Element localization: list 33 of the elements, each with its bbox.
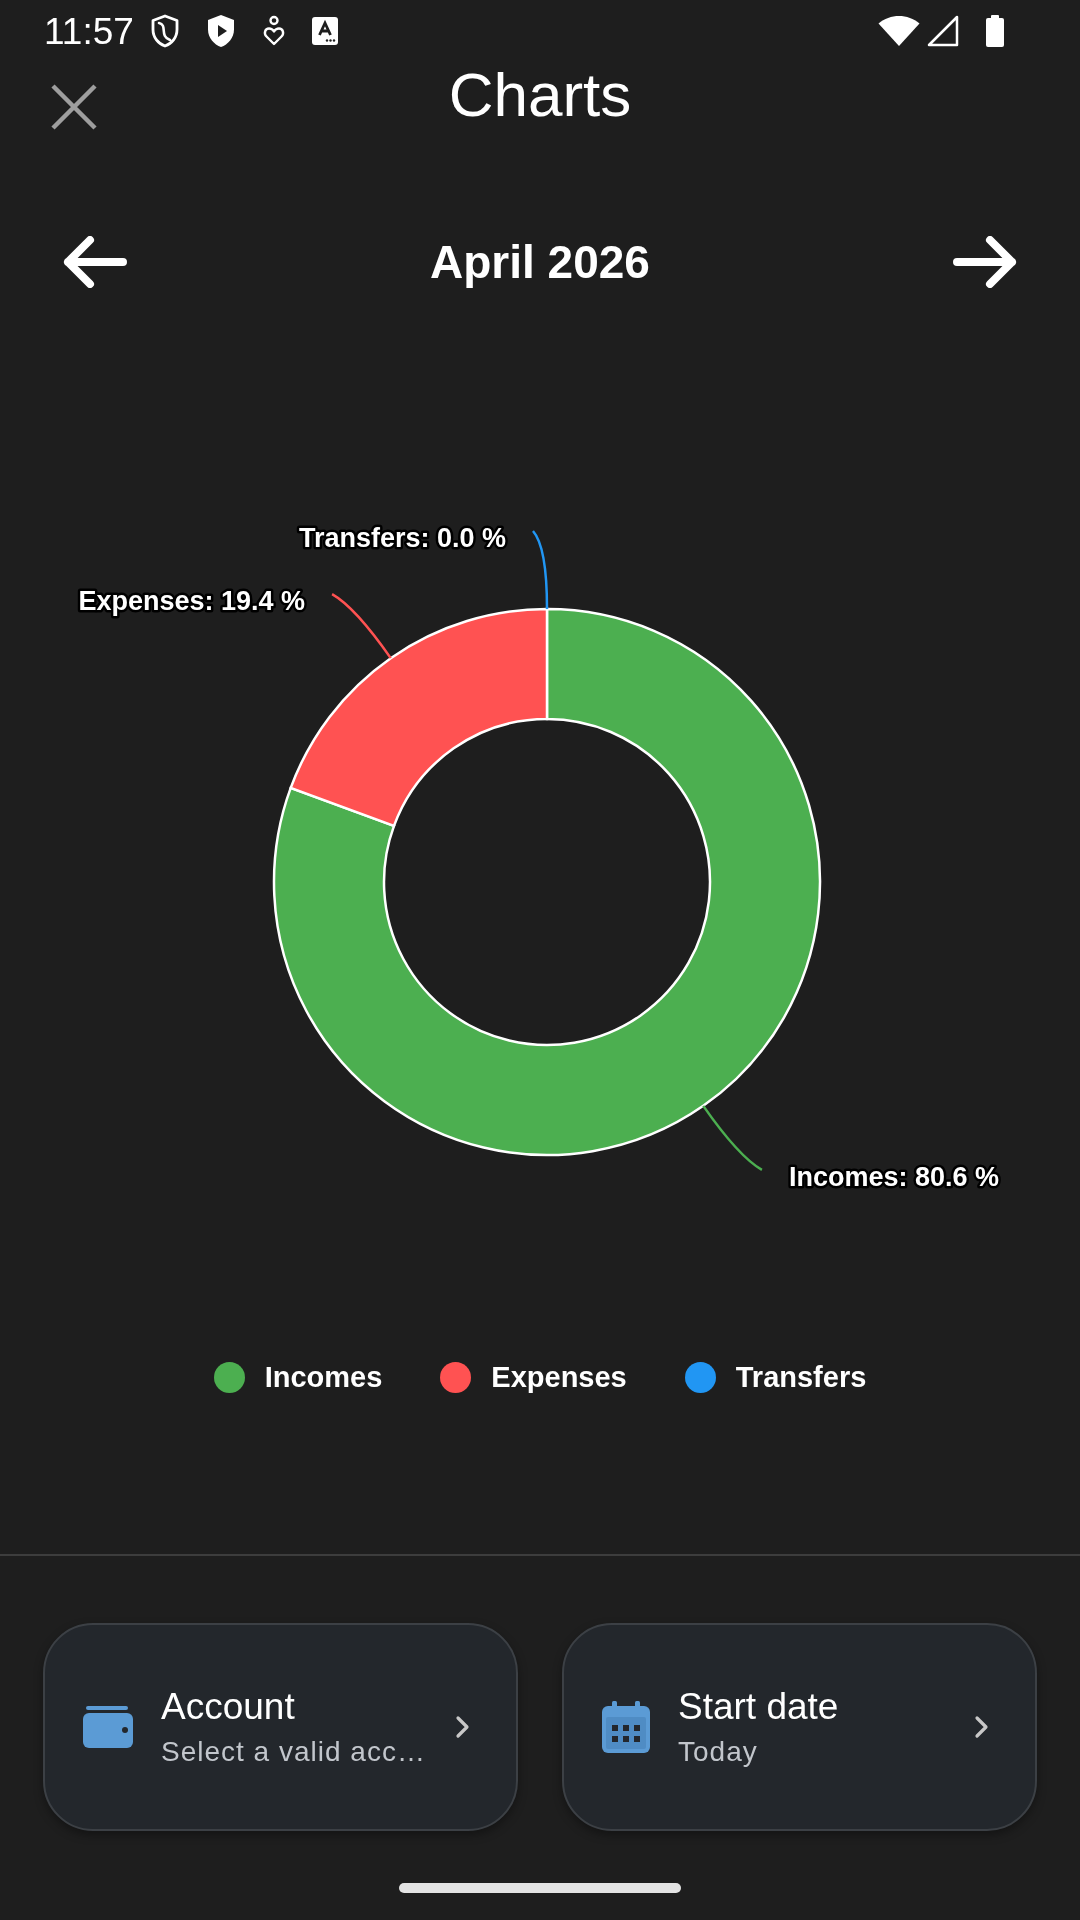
slice-label: Incomes: 80.6 % — [788, 1161, 999, 1192]
wifi-icon — [878, 15, 920, 47]
account-card[interactable]: Account Select a valid acc… — [43, 1623, 518, 1831]
card-title: Account — [161, 1685, 296, 1729]
slice-label: Expenses: 19.4 % — [78, 586, 306, 617]
screen-title: Charts — [448, 64, 632, 126]
chevron-right-icon — [455, 1715, 471, 1739]
calendar-icon — [602, 1701, 650, 1753]
previous-month-button[interactable] — [63, 236, 127, 288]
close-icon — [50, 83, 98, 131]
close-button[interactable] — [50, 83, 98, 131]
wallet-icon — [83, 1706, 133, 1748]
battery-icon — [985, 15, 1005, 47]
card-title: Start date — [678, 1685, 840, 1729]
heart-person-icon — [261, 15, 286, 47]
card-subtitle: Select a valid acc… — [161, 1735, 427, 1769]
legend-label: Expenses — [491, 1362, 627, 1392]
arrow-right-icon — [953, 236, 1017, 288]
leader-line — [331, 593, 392, 659]
start-date-card[interactable]: Start date Today — [562, 1623, 1037, 1831]
app-square-icon — [311, 17, 338, 45]
legend-label: Incomes — [264, 1362, 383, 1392]
card-subtitle: Today — [678, 1735, 759, 1769]
signal-icon — [927, 15, 959, 47]
chevron-right-icon — [974, 1715, 990, 1739]
shield-play-icon — [205, 14, 236, 48]
arrow-left-icon — [63, 236, 127, 288]
slice-label: Transfers: 0.0 % — [298, 523, 506, 553]
legend-label: Transfers — [735, 1362, 867, 1392]
next-month-button[interactable] — [953, 236, 1017, 288]
leader-line — [702, 1105, 763, 1171]
shield-icon — [149, 14, 180, 48]
status-time: 11:57 — [44, 12, 134, 50]
